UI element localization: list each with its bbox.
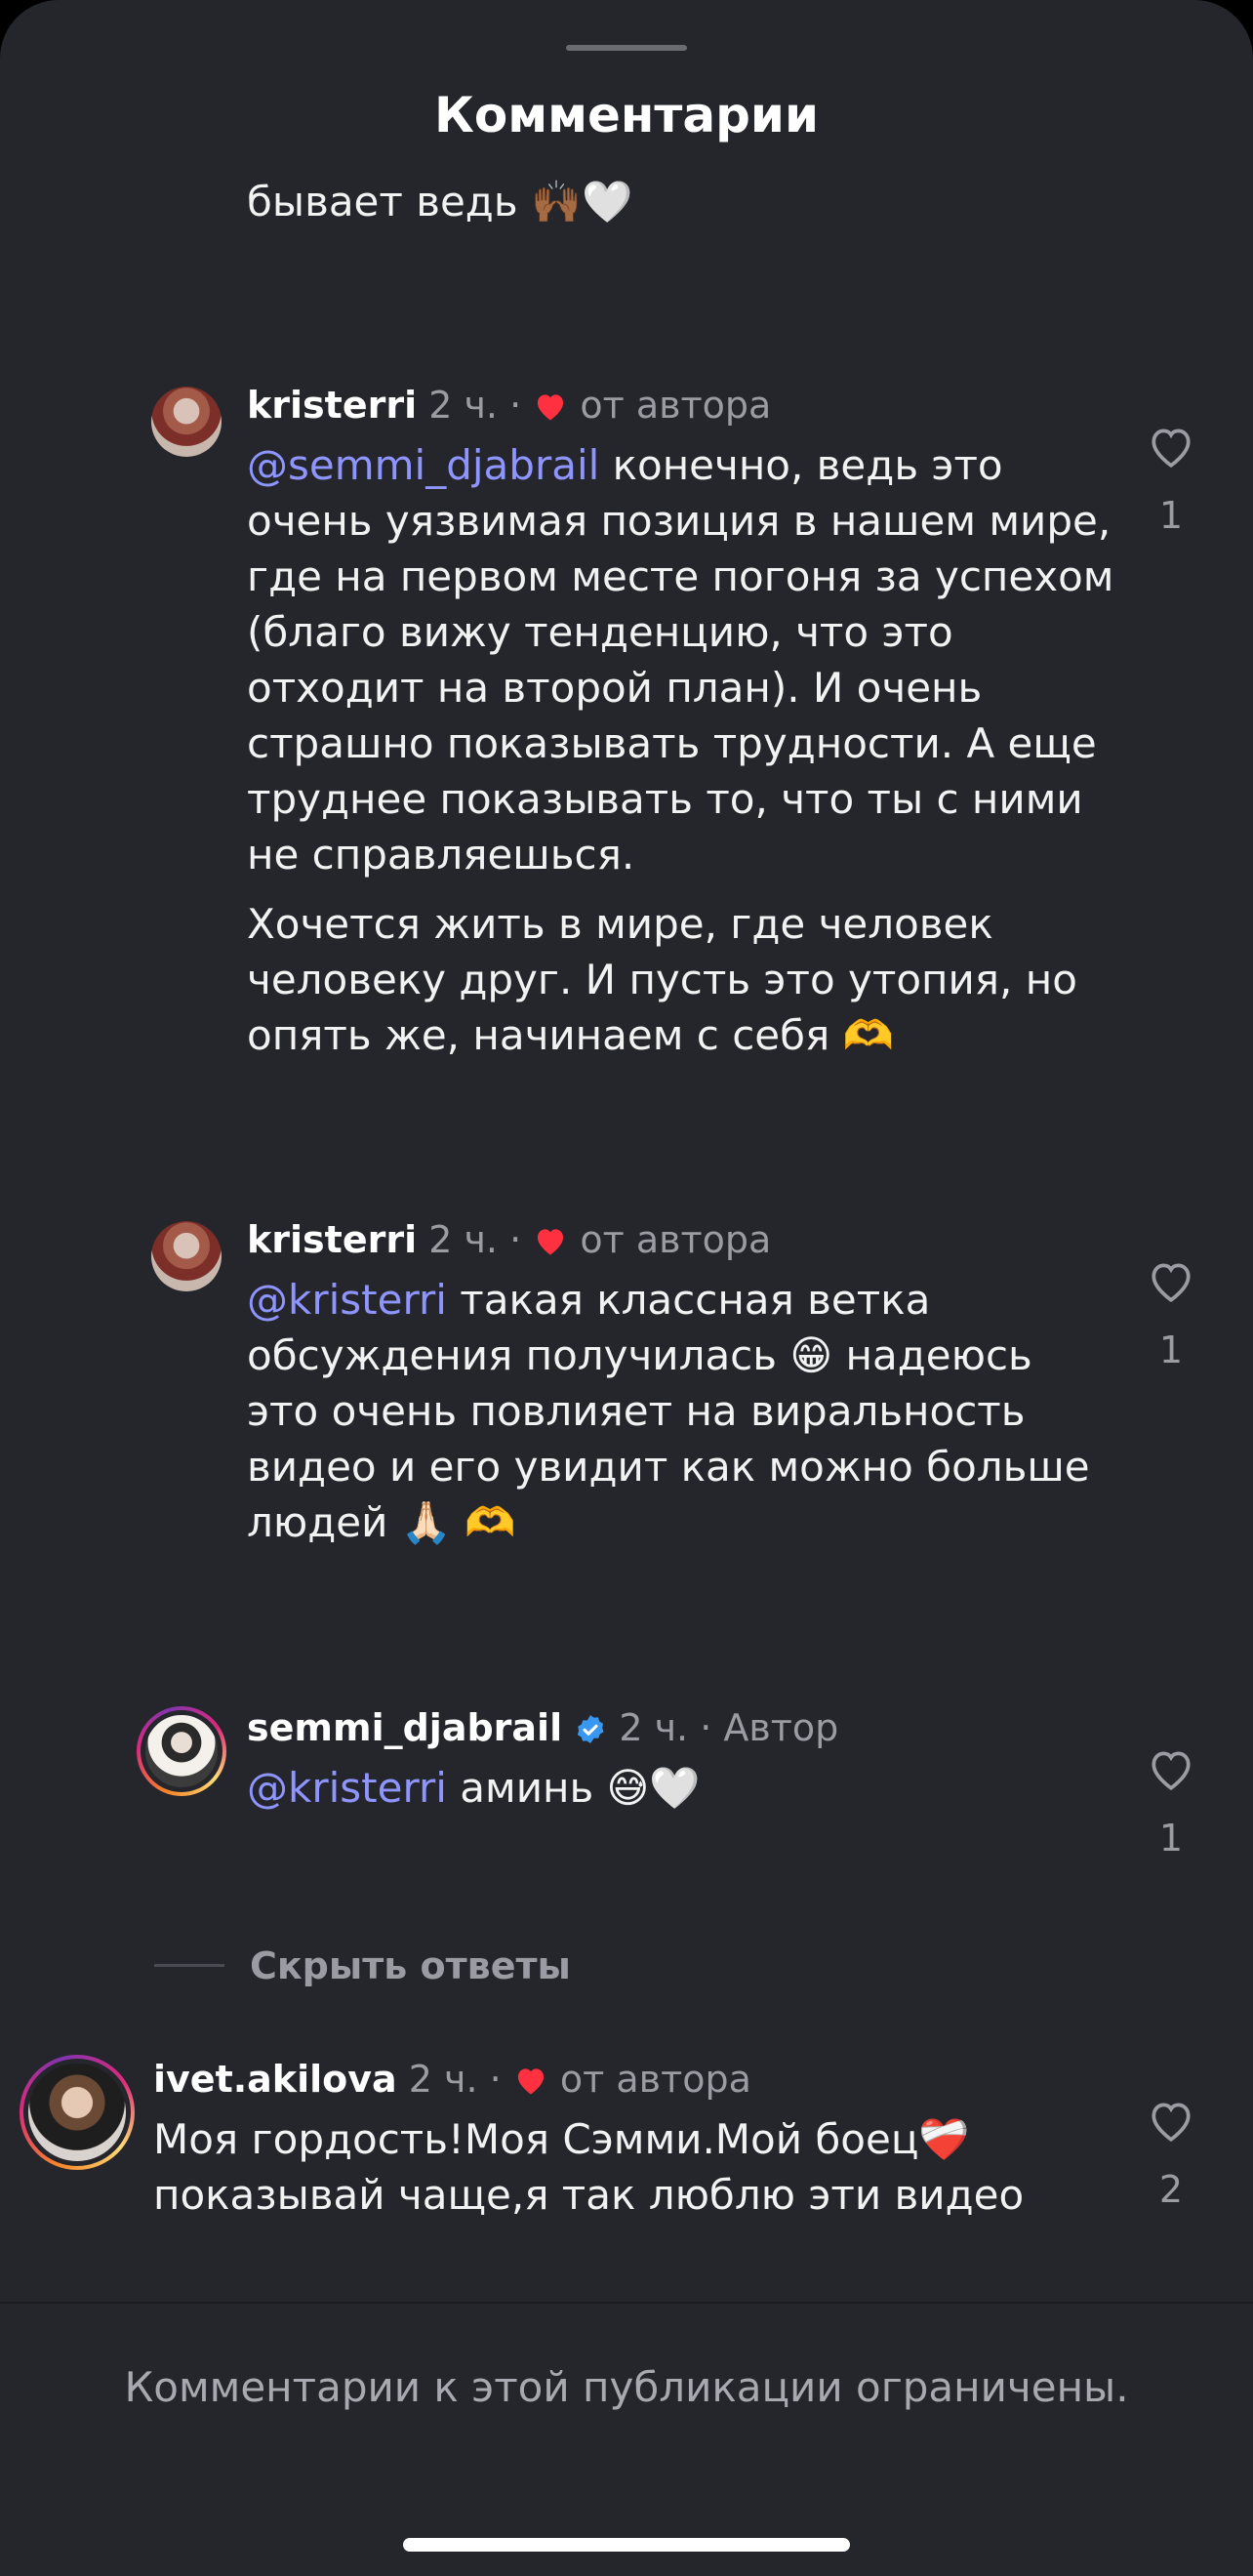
previous-comment-text: бывает ведь 🙌🏾🤍 bbox=[247, 178, 633, 225]
thread-line bbox=[154, 1964, 224, 1967]
reply-comment: semmi_djabrail 2 ч. · Автор @kristerri а… bbox=[0, 1703, 1253, 1879]
footer-divider bbox=[0, 2302, 1253, 2304]
meta-separator: · bbox=[509, 1218, 522, 1261]
comment-time: 2 ч. bbox=[619, 1706, 689, 1749]
username[interactable]: ivet.akilova bbox=[153, 2058, 397, 2101]
reply-comment: kristerri 2 ч. · от автора @kristerri та… bbox=[0, 1215, 1253, 1567]
mention-link[interactable]: @kristerri bbox=[247, 1764, 447, 1812]
comment-body: конечно, ведь это очень уязвимая позиция… bbox=[247, 441, 1114, 879]
author-liked-heart-icon bbox=[517, 2068, 544, 2095]
like-block: 2 bbox=[1132, 2098, 1210, 2211]
home-indicator[interactable] bbox=[403, 2538, 850, 2552]
author-liked-label: от автора bbox=[580, 1218, 772, 1261]
comment-meta: kristerri 2 ч. · от автора bbox=[247, 381, 771, 429]
username[interactable]: semmi_djabrail bbox=[247, 1706, 562, 1749]
author-liked-label: от автора bbox=[580, 384, 772, 427]
like-count: 1 bbox=[1158, 494, 1184, 537]
avatar[interactable] bbox=[151, 387, 222, 457]
comment-meta: semmi_djabrail 2 ч. · Автор bbox=[247, 1703, 838, 1752]
like-block: 1 bbox=[1132, 424, 1210, 537]
reply-comment: kristerri 2 ч. · от автора @semmi_djabra… bbox=[0, 381, 1253, 1084]
mention-link[interactable]: @kristerri bbox=[247, 1276, 447, 1324]
heart-outline-icon[interactable] bbox=[1147, 424, 1195, 469]
hide-replies-label: Скрыть ответы bbox=[250, 1944, 571, 1987]
avatar-story-ring[interactable] bbox=[20, 2055, 135, 2170]
comment-time: 2 ч. bbox=[428, 1218, 498, 1261]
comment-text: @kristerri аминь 😅🤍 bbox=[247, 1760, 1115, 1816]
avatar bbox=[23, 2059, 131, 2166]
comments-restricted-notice: Комментарии к этой публикации ограничены… bbox=[124, 2363, 1129, 2411]
comment-meta: ivet.akilova 2 ч. · от автора bbox=[153, 2055, 751, 2104]
comment-text: @kristerri такая классная ветка обсужден… bbox=[247, 1272, 1115, 1550]
comment-meta: kristerri 2 ч. · от автора bbox=[247, 1215, 771, 1264]
like-block: 1 bbox=[1132, 1258, 1210, 1371]
meta-separator: · bbox=[489, 2058, 502, 2101]
comment-time: 2 ч. bbox=[428, 384, 498, 427]
comment-text: Моя гордость!Моя Сэмми.Мой боец❤️‍🩹 пока… bbox=[153, 2115, 1025, 2219]
top-level-comment: ivet.akilova 2 ч. · от автора Моя гордос… bbox=[0, 2055, 1253, 2250]
like-count: 1 bbox=[1158, 1329, 1184, 1371]
meta-separator: · bbox=[509, 384, 522, 427]
author-liked-label: от автора bbox=[559, 2058, 751, 2101]
heart-outline-icon[interactable] bbox=[1147, 1258, 1195, 1303]
author-liked-heart-icon bbox=[538, 1229, 564, 1255]
avatar-story-ring[interactable] bbox=[137, 1706, 226, 1796]
comment-text: @semmi_djabrail конечно, ведь это очень … bbox=[247, 437, 1115, 882]
heart-outline-icon[interactable] bbox=[1147, 1746, 1195, 1791]
comment-body: аминь 😅🤍 bbox=[446, 1764, 701, 1812]
comment-paragraph: Хочется жить в мире, где человек человек… bbox=[247, 900, 1077, 1059]
sheet-title: Комментарии bbox=[434, 87, 819, 143]
verified-badge-icon bbox=[578, 1715, 604, 1744]
like-count: 1 bbox=[1158, 1817, 1184, 1860]
sheet-grabber-handle[interactable] bbox=[566, 45, 687, 51]
mention-link[interactable]: @semmi_djabrail bbox=[247, 441, 599, 489]
author-liked-heart-icon bbox=[538, 394, 564, 421]
like-count: 2 bbox=[1158, 2168, 1184, 2211]
meta-separator: · bbox=[700, 1706, 712, 1749]
comment-time: 2 ч. bbox=[408, 2058, 478, 2101]
like-block: 1 bbox=[1132, 1746, 1210, 1860]
avatar bbox=[141, 1710, 222, 1792]
avatar[interactable] bbox=[151, 1221, 222, 1291]
username[interactable]: kristerri bbox=[247, 384, 417, 427]
author-label: Автор bbox=[723, 1706, 839, 1749]
heart-outline-icon[interactable] bbox=[1147, 2098, 1195, 2143]
comments-sheet: Комментарии бывает ведь 🙌🏾🤍 kristerri 2 … bbox=[0, 0, 1253, 2576]
username[interactable]: kristerri bbox=[247, 1218, 417, 1261]
